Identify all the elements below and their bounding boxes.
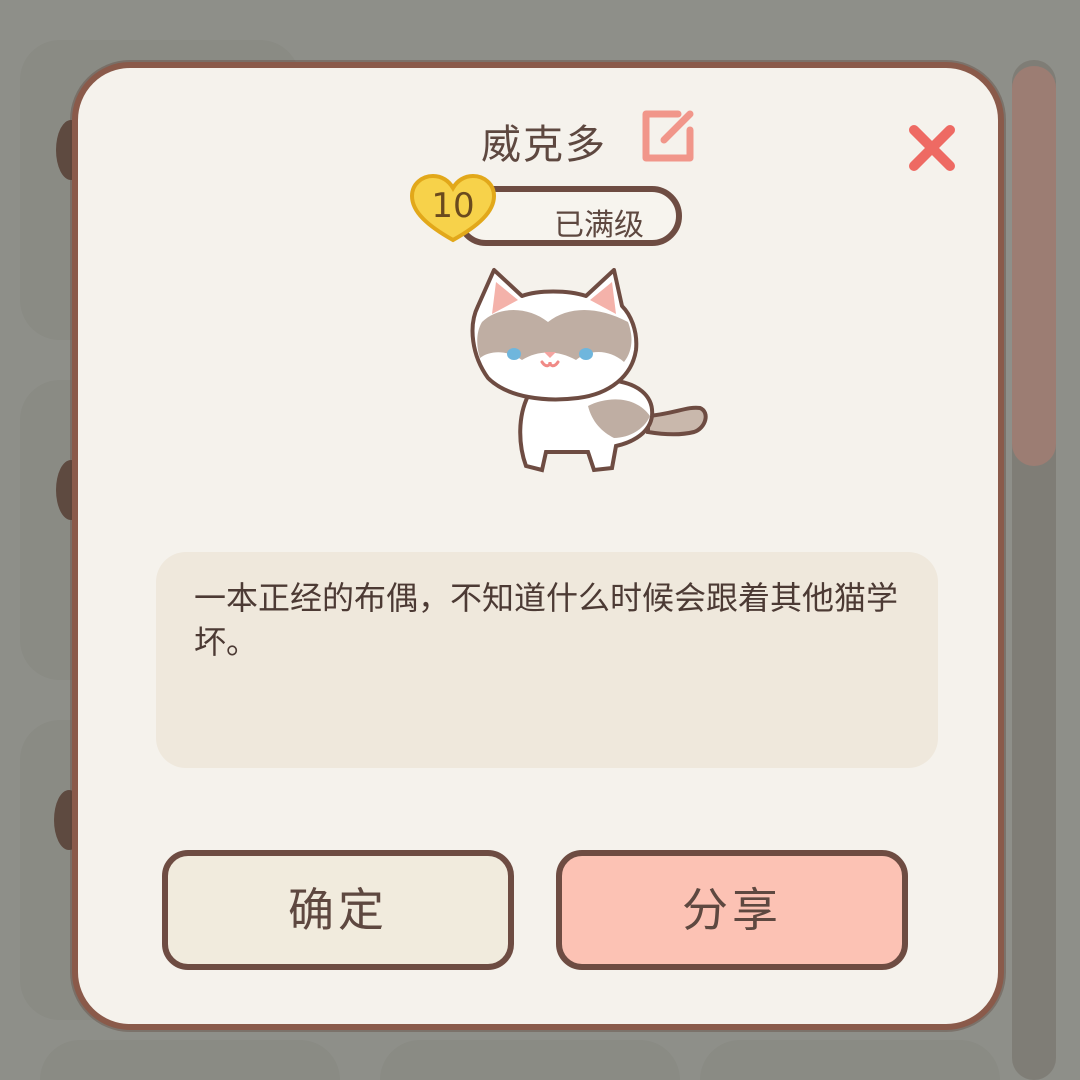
ragdoll-cat-illustration bbox=[470, 268, 708, 473]
close-icon[interactable] bbox=[904, 120, 960, 176]
game-screen: 威克多 已满级 10 一本正经的布偶，不知道什么时候会跟着其他猫学坏。 确定 分… bbox=[0, 0, 1080, 1080]
scrollbar-thumb[interactable] bbox=[1012, 66, 1056, 466]
background-card bbox=[40, 1040, 340, 1080]
edit-icon[interactable] bbox=[638, 104, 700, 166]
share-button[interactable]: 分享 bbox=[556, 850, 908, 970]
confirm-button[interactable]: 确定 bbox=[162, 850, 514, 970]
description-box: 一本正经的布偶，不知道什么时候会跟着其他猫学坏。 bbox=[156, 552, 938, 768]
background-card bbox=[380, 1040, 680, 1080]
cat-description: 一本正经的布偶，不知道什么时候会跟着其他猫学坏。 bbox=[194, 579, 899, 661]
cat-name-title: 威克多 bbox=[481, 122, 607, 168]
level-status-label: 已满级 bbox=[554, 208, 644, 243]
background-card bbox=[700, 1040, 1000, 1080]
level-number: 10 bbox=[431, 186, 475, 226]
cat-detail-dialog: 威克多 已满级 10 一本正经的布偶，不知道什么时候会跟着其他猫学坏。 确定 分… bbox=[72, 62, 1004, 1030]
